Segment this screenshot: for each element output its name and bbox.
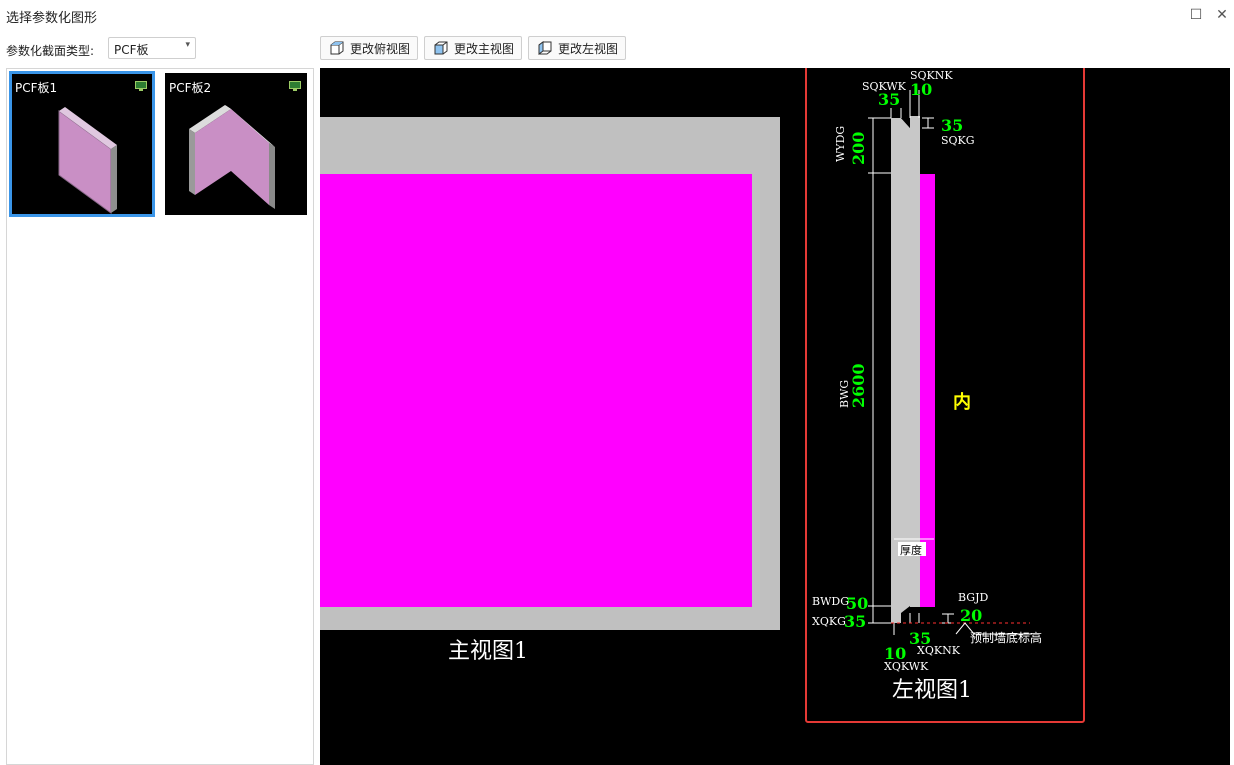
dim-xqkg-value: 35 xyxy=(844,612,866,631)
shape-list-panel: PCF板1 PCF板2 xyxy=(6,68,314,765)
dim-sqkwk-value: 35 xyxy=(878,90,900,109)
cube-left-icon xyxy=(538,41,552,55)
pcf-panel-1-preview xyxy=(58,107,117,214)
thumbnail-pcf-2[interactable]: PCF板2 xyxy=(165,73,307,215)
dim-sqkg-name: SQKG xyxy=(941,134,975,147)
thumbnail-label: PCF板1 xyxy=(15,81,58,95)
dim-base-elevation-label: 预制墙底标高 xyxy=(970,630,1042,645)
dim-bgjd-name: BGJD xyxy=(958,591,988,604)
drawing-canvas[interactable]: 主视图1 SQKWK SQKNK SQKG BGJD BWDG XQKG XQK… xyxy=(320,68,1230,765)
dim-thickness-label: 厚度 xyxy=(900,543,922,557)
dim-sqkg-value: 35 xyxy=(941,116,963,135)
dim-wydg-value: 200 xyxy=(849,132,868,165)
maximize-button[interactable]: ☐ xyxy=(1187,6,1205,24)
section-type-label: 参数化截面类型: xyxy=(6,44,95,58)
dim-bgjd-value: 20 xyxy=(960,606,982,625)
cube-front-icon xyxy=(434,41,448,55)
dim-bwg-value: 2600 xyxy=(849,363,868,408)
change-top-view-button[interactable]: 更改俯视图 xyxy=(320,36,418,60)
window-title: 选择参数化图形 xyxy=(6,11,98,26)
front-view-caption: 主视图1 xyxy=(448,639,528,664)
dim-bwdg-name: BWDG xyxy=(812,595,849,608)
monitor-icon xyxy=(135,81,147,91)
cube-top-icon xyxy=(330,41,344,55)
change-top-view-label: 更改俯视图 xyxy=(350,41,411,56)
dim-xqkg-name: XQKG xyxy=(812,615,846,628)
dim-wydg-name: WYDG xyxy=(834,126,847,162)
dim-sqknk-value: 10 xyxy=(910,80,932,99)
thumbnail-label: PCF板2 xyxy=(169,81,212,95)
dim-bwdg-value: 50 xyxy=(846,594,868,613)
pcf-panel-2-preview xyxy=(189,105,275,209)
close-button[interactable]: ✕ xyxy=(1213,6,1231,24)
inner-side-label: 内 xyxy=(953,391,971,413)
thumbnail-pcf-1[interactable]: PCF板1 xyxy=(9,71,155,217)
dim-xqkwk-value: 10 xyxy=(884,644,906,663)
dim-xqknk-value: 35 xyxy=(909,629,931,648)
section-type-value: PCF板 xyxy=(114,43,149,57)
monitor-icon xyxy=(289,81,301,91)
change-left-view-button[interactable]: 更改左视图 xyxy=(528,36,626,60)
change-left-view-label: 更改左视图 xyxy=(558,41,619,56)
change-front-view-button[interactable]: 更改主视图 xyxy=(424,36,522,60)
change-front-view-label: 更改主视图 xyxy=(454,41,515,56)
section-type-select[interactable]: PCF板 ▾ xyxy=(108,37,196,59)
left-view-caption: 左视图1 xyxy=(892,678,972,703)
title-bar: 选择参数化图形 ☐ ✕ xyxy=(0,0,1234,32)
chevron-down-icon: ▾ xyxy=(185,40,190,50)
front-view-panel xyxy=(320,174,752,607)
cad-drawing: 主视图1 SQKWK SQKNK SQKG BGJD BWDG XQKG XQK… xyxy=(320,68,1085,723)
